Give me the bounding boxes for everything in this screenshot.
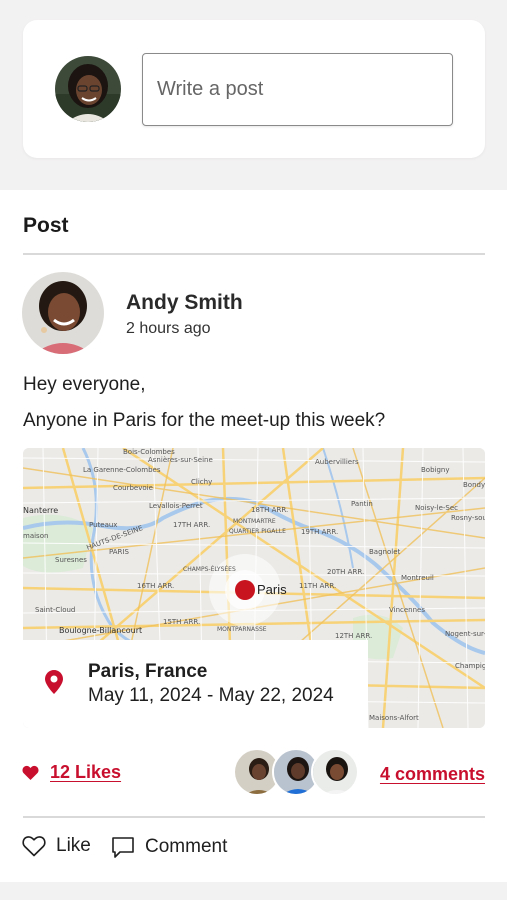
- heart-outline-icon: [22, 836, 46, 857]
- map-label: Rosny-sous: [451, 514, 485, 522]
- map-label: Nogent-sur-: [445, 630, 485, 638]
- map-label: Asnières-sur-Seine: [148, 456, 213, 464]
- comment-button[interactable]: Comment: [111, 835, 227, 859]
- divider: [23, 253, 485, 255]
- comment-label: Comment: [145, 836, 228, 857]
- location-name: Paris, France: [88, 661, 208, 682]
- location-info: Paris, France May 11, 2024 - May 22, 202…: [23, 640, 368, 728]
- likes-count[interactable]: 12 Likes: [50, 762, 121, 783]
- map-label: 16TH ARR.: [137, 582, 175, 590]
- map-label: Clichy: [191, 478, 213, 486]
- map-label: maison: [23, 532, 49, 540]
- divider: [23, 816, 485, 818]
- user-avatar[interactable]: [55, 56, 121, 122]
- map-label: Maisons-Alfort: [369, 714, 419, 722]
- post-card: Post Andy Smith 2 hours ago Hey everyone…: [0, 190, 507, 882]
- post-timestamp: 2 hours ago: [126, 320, 211, 337]
- map-label: 17TH ARR.: [173, 521, 211, 529]
- map-label: Suresnes: [55, 556, 87, 564]
- map-label: Saint-Cloud: [35, 606, 76, 614]
- map-label: Nanterre: [23, 506, 59, 515]
- comments-link[interactable]: 4 comments: [380, 764, 485, 785]
- map-label: CHAMPS-ÉLYSÉES: [183, 566, 236, 573]
- author-avatar[interactable]: [22, 272, 104, 354]
- map-label: Courbevoie: [113, 484, 153, 492]
- likes-link[interactable]: 12 Likes: [22, 762, 121, 783]
- post-greeting: Hey everyone,: [23, 374, 146, 395]
- like-button[interactable]: Like: [22, 835, 91, 857]
- author-name[interactable]: Andy Smith: [126, 291, 243, 315]
- map-label: Bois-Colombes: [123, 448, 175, 456]
- post-message: Anyone in Paris for the meet-up this wee…: [23, 410, 386, 431]
- map-label: QUARTIER PIGALLE: [229, 528, 286, 535]
- map-label: Noisy-le-Sec: [415, 504, 459, 512]
- map-label: 12TH ARR.: [335, 632, 373, 640]
- location-dates: May 11, 2024 - May 22, 2024: [88, 685, 334, 706]
- map-label: Puteaux: [89, 521, 118, 529]
- comment-icon: [112, 837, 134, 858]
- map-label: MONTPARNASSE: [217, 626, 267, 633]
- map-label: Aubervilliers: [315, 458, 359, 466]
- heart-filled-icon: [22, 765, 39, 780]
- map-label: 20TH ARR.: [327, 568, 365, 576]
- map-label: 19TH ARR.: [301, 528, 339, 536]
- commenter-avatars[interactable]: [233, 748, 363, 798]
- map-label: Vincennes: [389, 606, 425, 614]
- map-label: Montreuil: [401, 574, 434, 582]
- map-label: 15TH ARR.: [163, 618, 201, 626]
- post-composer: [23, 20, 485, 158]
- map-label: La Garenne-Colombes: [83, 466, 161, 474]
- map-label: Bagnolet: [369, 548, 401, 556]
- like-label: Like: [56, 835, 91, 856]
- map-label: Bobigny: [421, 466, 450, 474]
- location-pin-icon: [45, 670, 63, 694]
- map-label: 11TH ARR.: [299, 582, 337, 590]
- avatar: [311, 748, 359, 796]
- map-label: Bondy: [463, 481, 485, 489]
- map-label: Levallois-Perret: [149, 502, 203, 510]
- map-label: 18TH ARR.: [251, 506, 289, 514]
- section-title: Post: [23, 214, 69, 237]
- map-label: Boulogne-Billancourt: [59, 626, 143, 635]
- map-label: Champig: [455, 662, 485, 670]
- map-pin-label: Paris: [257, 582, 287, 597]
- location-map[interactable]: Bois-Colombes Asnières-sur-Seine La Gare…: [23, 448, 485, 728]
- map-label: MONTMARTRE: [233, 518, 276, 525]
- map-label: PARIS: [109, 548, 129, 556]
- map-label: Pantin: [351, 500, 373, 508]
- post-input[interactable]: [142, 53, 453, 126]
